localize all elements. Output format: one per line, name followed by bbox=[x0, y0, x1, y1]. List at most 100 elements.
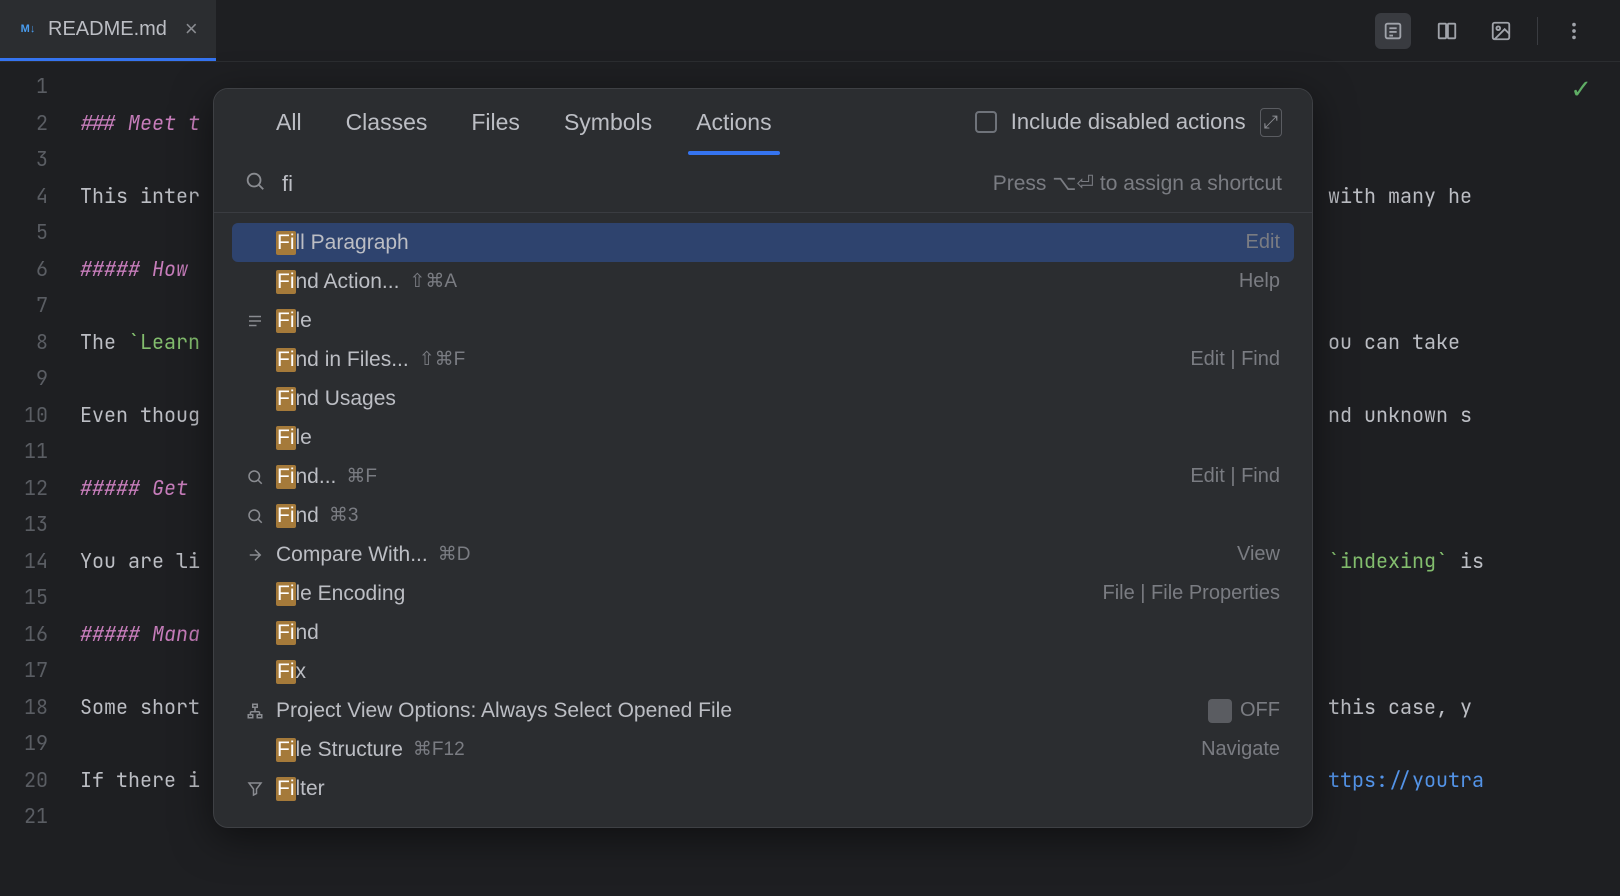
lines-icon bbox=[246, 312, 276, 330]
result-label: Project View Options: Always Select Open… bbox=[276, 699, 732, 723]
shortcut-label: ⇧⌘F bbox=[419, 348, 466, 371]
line-number: 17 bbox=[0, 652, 80, 689]
shortcut-label: ⇧⌘A bbox=[409, 270, 457, 293]
result-row[interactable]: Find Usages bbox=[232, 379, 1294, 418]
result-row[interactable]: Find in Files... ⇧⌘F Edit | Find bbox=[232, 340, 1294, 379]
search-icon bbox=[244, 170, 266, 197]
result-category: Edit | Find bbox=[1190, 465, 1280, 488]
line-number: 6 bbox=[0, 251, 80, 288]
result-row[interactable]: Find Action... ⇧⌘A Help bbox=[232, 262, 1294, 301]
result-label: Compare With... bbox=[276, 543, 428, 567]
results-list: Fill ParagraphEditFind Action...⇧⌘AHelpF… bbox=[214, 213, 1312, 827]
search-input[interactable] bbox=[282, 171, 993, 197]
expand-icon[interactable]: ⤢ bbox=[1260, 108, 1282, 137]
markdown-file-icon: M↓ bbox=[18, 19, 38, 39]
compare-icon bbox=[246, 546, 276, 564]
result-row[interactable]: File Encoding File | File Properties bbox=[232, 574, 1294, 613]
image-icon[interactable] bbox=[1483, 13, 1519, 49]
tab-classes[interactable]: Classes bbox=[324, 89, 450, 155]
tab-files[interactable]: Files bbox=[449, 89, 542, 155]
split-view-icon[interactable] bbox=[1429, 13, 1465, 49]
result-category: Help bbox=[1239, 270, 1280, 293]
line-number: 12 bbox=[0, 470, 80, 507]
search-icon bbox=[246, 468, 276, 486]
tree-icon bbox=[246, 702, 276, 720]
result-category: Edit | Find bbox=[1190, 348, 1280, 371]
result-row[interactable]: File Structure ⌘F12 Navigate bbox=[232, 730, 1294, 769]
result-category: View bbox=[1237, 543, 1280, 566]
line-number: 8 bbox=[0, 324, 80, 361]
shortcut-label: ⌘F12 bbox=[413, 738, 465, 761]
line-number: 3 bbox=[0, 141, 80, 178]
toolbar-right bbox=[1375, 13, 1620, 49]
result-label: File bbox=[276, 309, 312, 333]
result-label: Fix bbox=[276, 660, 306, 684]
line-number: 19 bbox=[0, 725, 80, 762]
separator bbox=[1537, 17, 1538, 45]
result-row[interactable]: File bbox=[232, 418, 1294, 457]
include-disabled-label: Include disabled actions bbox=[1011, 109, 1246, 135]
line-number: 21 bbox=[0, 798, 80, 835]
search-hint: Press ⌥⏎ to assign a shortcut bbox=[993, 171, 1282, 196]
line-number: 4 bbox=[0, 178, 80, 215]
result-label: Filter bbox=[276, 777, 325, 801]
gutter: 123456789101112131415161718192021 bbox=[0, 62, 80, 896]
result-category: File | File Properties bbox=[1103, 582, 1280, 605]
result-label: Find Usages bbox=[276, 387, 396, 411]
line-number: 5 bbox=[0, 214, 80, 251]
result-row[interactable]: Fix bbox=[232, 652, 1294, 691]
result-row[interactable]: Filter bbox=[232, 769, 1294, 808]
tab-all[interactable]: All bbox=[254, 89, 324, 155]
result-label: File Structure bbox=[276, 738, 403, 762]
result-row[interactable]: Compare With... ⌘D View bbox=[232, 535, 1294, 574]
search-icon bbox=[246, 507, 276, 525]
tab-symbols[interactable]: Symbols bbox=[542, 89, 674, 155]
line-number: 7 bbox=[0, 287, 80, 324]
include-disabled-checkbox[interactable] bbox=[975, 111, 997, 133]
line-number: 1 bbox=[0, 68, 80, 105]
toggle-off[interactable]: OFF bbox=[1208, 699, 1280, 723]
line-number: 11 bbox=[0, 433, 80, 470]
more-icon[interactable] bbox=[1556, 13, 1592, 49]
line-number: 9 bbox=[0, 360, 80, 397]
line-number: 20 bbox=[0, 762, 80, 799]
search-everywhere-popup: All Classes Files Symbols Actions Includ… bbox=[213, 88, 1313, 828]
result-row[interactable]: Find bbox=[232, 613, 1294, 652]
result-label: Find in Files... bbox=[276, 348, 409, 372]
result-row[interactable]: Project View Options: Always Select Open… bbox=[232, 691, 1294, 730]
reader-view-icon[interactable] bbox=[1375, 13, 1411, 49]
line-number: 14 bbox=[0, 543, 80, 580]
result-category: Edit bbox=[1246, 231, 1280, 254]
tab-filename: README.md bbox=[48, 18, 167, 41]
shortcut-label: ⌘F bbox=[346, 465, 377, 488]
line-number: 13 bbox=[0, 506, 80, 543]
line-number: 16 bbox=[0, 616, 80, 653]
result-label: Find bbox=[276, 621, 319, 645]
tab-bar: M↓ README.md × bbox=[0, 0, 1620, 62]
result-label: Find... bbox=[276, 465, 336, 489]
result-category: Navigate bbox=[1201, 738, 1280, 761]
line-number: 10 bbox=[0, 397, 80, 434]
result-row[interactable]: File bbox=[232, 301, 1294, 340]
editor-tab[interactable]: M↓ README.md × bbox=[0, 0, 216, 61]
search-row: Press ⌥⏎ to assign a shortcut bbox=[214, 155, 1312, 213]
shortcut-label: ⌘D bbox=[438, 543, 471, 566]
tab-actions[interactable]: Actions bbox=[674, 89, 793, 155]
result-row[interactable]: Find ⌘3 bbox=[232, 496, 1294, 535]
close-icon[interactable]: × bbox=[185, 16, 198, 42]
line-number: 15 bbox=[0, 579, 80, 616]
result-label: Find Action... bbox=[276, 270, 399, 294]
result-label: File Encoding bbox=[276, 582, 405, 606]
filter-icon bbox=[246, 780, 276, 798]
result-label: File bbox=[276, 426, 312, 450]
result-row[interactable]: Find... ⌘F Edit | Find bbox=[232, 457, 1294, 496]
popup-tabs: All Classes Files Symbols Actions Includ… bbox=[214, 89, 1312, 155]
line-number: 18 bbox=[0, 689, 80, 726]
result-label: Fill Paragraph bbox=[276, 231, 409, 255]
line-number: 2 bbox=[0, 105, 80, 142]
result-category: OFF bbox=[1208, 699, 1280, 723]
result-row[interactable]: Fill Paragraph Edit bbox=[232, 223, 1294, 262]
result-label: Find bbox=[276, 504, 319, 528]
shortcut-label: ⌘3 bbox=[329, 504, 359, 527]
tab-group: M↓ README.md × bbox=[0, 0, 216, 61]
